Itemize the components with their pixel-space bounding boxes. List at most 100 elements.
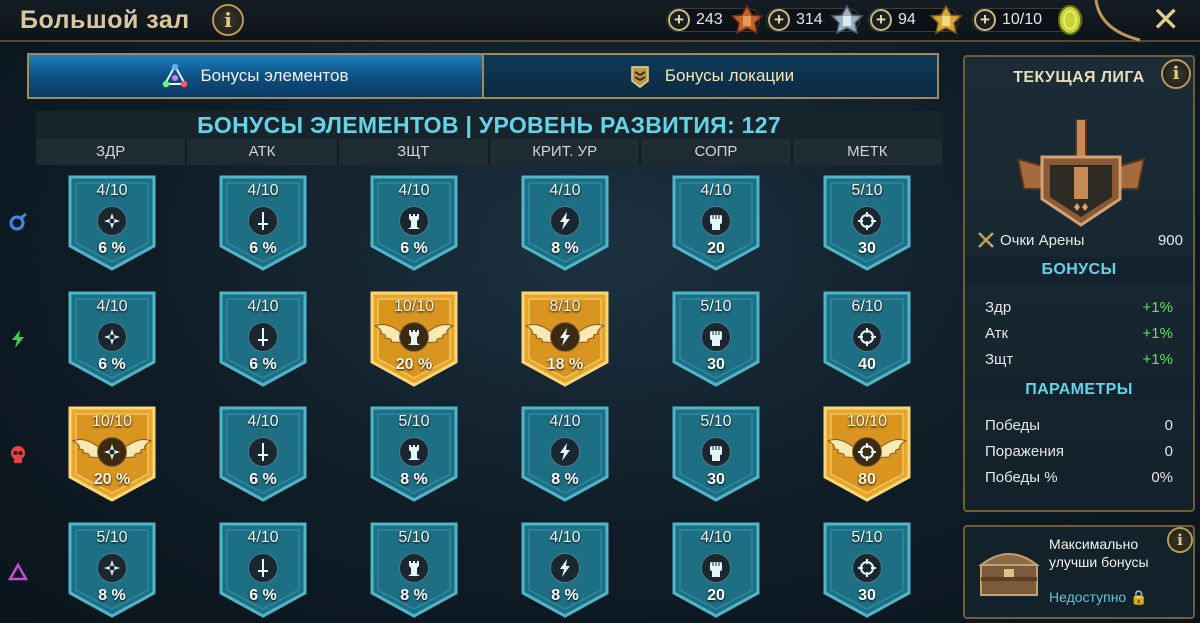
tab-element-bonuses[interactable]: Бонусы элементов xyxy=(29,55,484,97)
crosshair-icon xyxy=(852,322,882,352)
treasure-chest-icon xyxy=(978,553,1040,596)
bonus-row: Зщт +1% xyxy=(985,351,1173,368)
bonus-badge[interactable]: 4/10 6 % xyxy=(67,290,157,388)
bonuses-header-bar: БОНУСЫ xyxy=(965,257,1193,283)
bonus-row: Атк +1% xyxy=(985,325,1173,342)
add-silver-button[interactable]: + xyxy=(768,9,790,31)
bonus-row: Здр +1% xyxy=(985,299,1173,316)
close-button[interactable]: ✕ xyxy=(1152,2,1181,38)
bonus-value: 6 % xyxy=(98,240,126,257)
bonus-badge[interactable]: 4/10 8 % xyxy=(520,405,610,503)
league-title: ТЕКУЩАЯ ЛИГА xyxy=(1013,69,1145,86)
bonus-value: 30 xyxy=(707,471,725,488)
bonus-badge[interactable]: 4/10 6 % xyxy=(218,405,308,503)
add-gold-button[interactable]: + xyxy=(870,9,892,31)
param-row: Победы % 0% xyxy=(985,469,1173,486)
bonus-level: 5/10 xyxy=(398,529,430,546)
resource-gold: + 94 xyxy=(868,4,963,35)
promo-info-button[interactable]: i xyxy=(1167,527,1193,553)
gold-count: 94 xyxy=(898,11,916,28)
bonus-badge[interactable]: 4/10 6 % xyxy=(218,290,308,388)
bonus-value: 8 % xyxy=(400,471,428,488)
arena-token-icon xyxy=(1058,5,1083,35)
bonus-level: 5/10 xyxy=(96,529,128,546)
bonus-badge[interactable]: 10/10 80 xyxy=(822,405,912,503)
bonus-value: 6 % xyxy=(249,356,277,373)
bonus-label: Зщт xyxy=(985,351,1014,368)
bonus-level: 5/10 xyxy=(851,182,883,199)
bonus-value: 6 % xyxy=(98,356,126,373)
bonus-level: 4/10 xyxy=(96,182,128,199)
bonus-badge[interactable]: 4/10 6 % xyxy=(67,174,157,272)
bonus-badge[interactable]: 5/10 30 xyxy=(822,521,912,619)
bonus-badge[interactable]: 5/10 30 xyxy=(671,405,761,503)
param-label: Победы % xyxy=(985,469,1058,486)
page-title: Большой зал xyxy=(20,6,190,34)
bonus-value: 6 % xyxy=(249,240,277,257)
bonus-value: 20 % xyxy=(93,471,131,488)
bonus-value: 8 % xyxy=(551,471,579,488)
bonus-value: 40 xyxy=(858,356,876,373)
tab-location-bonuses-label: Бонусы локации xyxy=(664,66,795,85)
lightning-icon xyxy=(550,437,580,467)
bonus-badge[interactable]: 6/10 40 xyxy=(822,290,912,388)
bonus-level: 4/10 xyxy=(247,182,279,199)
bonus-badge[interactable]: 8/10 18 % xyxy=(520,290,610,388)
bonus-badge[interactable]: 10/10 20 % xyxy=(369,290,459,388)
sword-icon xyxy=(248,322,278,352)
bonus-badge[interactable]: 4/10 6 % xyxy=(218,521,308,619)
lightning-icon xyxy=(550,206,580,236)
bonus-value: 20 xyxy=(707,240,725,257)
max-bonus-promo[interactable]: Максимально улучши бонусы Недоступно 🔒 i xyxy=(963,525,1195,619)
add-bronze-button[interactable]: + xyxy=(668,9,690,31)
bonus-value: 8 % xyxy=(551,587,579,604)
crosshair-icon xyxy=(852,553,882,583)
bonus-badge[interactable]: 4/10 8 % xyxy=(520,521,610,619)
bonus-badge[interactable]: 5/10 8 % xyxy=(369,521,459,619)
bonus-column-headers: ЗДР АТК ЗЩТ КРИТ. УР СОПР МЕТК xyxy=(36,139,942,165)
bonus-value: 20 xyxy=(707,587,725,604)
league-info-button[interactable]: i xyxy=(1161,59,1191,89)
spirit-affinity-icon xyxy=(12,330,24,348)
league-emblem-icon xyxy=(1016,119,1146,227)
tab-location-bonuses[interactable]: Бонусы локации xyxy=(484,55,937,97)
info-button[interactable]: i xyxy=(212,4,244,36)
column-header-health: ЗДР xyxy=(36,139,188,165)
bonus-badge[interactable]: 4/10 6 % xyxy=(218,174,308,272)
bonus-badge[interactable]: 4/10 6 % xyxy=(369,174,459,272)
bonus-badge[interactable]: 5/10 30 xyxy=(671,290,761,388)
lightning-icon xyxy=(550,553,580,583)
bonus-value: 30 xyxy=(858,240,876,257)
bonus-value: 18 % xyxy=(546,356,584,373)
bonus-level: 10/10 xyxy=(846,413,888,430)
bonus-label: Атк xyxy=(985,325,1009,342)
bonus-value: 6 % xyxy=(249,471,277,488)
arena-points-value: 900 xyxy=(1157,231,1183,249)
params-header-bar: ПАРАМЕТРЫ xyxy=(965,377,1193,403)
param-value: 0% xyxy=(1151,469,1173,486)
bonus-badge[interactable]: 10/10 20 % xyxy=(67,405,157,503)
bonus-value: 20 % xyxy=(395,356,433,373)
bonus-label: Здр xyxy=(985,299,1012,316)
lightning-icon xyxy=(550,322,580,352)
add-tokens-button[interactable]: + xyxy=(974,9,996,31)
health-icon xyxy=(97,322,127,352)
bronze-medal-icon xyxy=(730,4,764,35)
bonus-badge[interactable]: 5/10 8 % xyxy=(369,405,459,503)
gold-medal-icon xyxy=(929,4,963,35)
bonus-badge[interactable]: 4/10 20 xyxy=(671,521,761,619)
crosshair-icon xyxy=(852,206,882,236)
bonus-badge[interactable]: 5/10 8 % xyxy=(67,521,157,619)
bonus-badge[interactable]: 4/10 20 xyxy=(671,174,761,272)
bonus-badge[interactable]: 5/10 30 xyxy=(822,174,912,272)
bonus-level: 4/10 xyxy=(247,298,279,315)
bonus-grid-title: БОНУСЫ ЭЛЕМЕНТОВ | УРОВЕНЬ РАЗВИТИЯ: 127 xyxy=(36,111,942,139)
resource-silver: + 314 xyxy=(766,4,864,35)
bonus-level: 5/10 xyxy=(851,529,883,546)
param-label: Поражения xyxy=(985,443,1064,460)
bonus-badge[interactable]: 4/10 8 % xyxy=(520,174,610,272)
bonus-level: 4/10 xyxy=(549,182,581,199)
league-panel: ТЕКУЩАЯ ЛИГА i Очки Арены 900 БОНУСЫ Здр… xyxy=(963,55,1195,512)
corner-ornament-icon xyxy=(1094,0,1141,42)
bonus-level: 4/10 xyxy=(700,182,732,199)
